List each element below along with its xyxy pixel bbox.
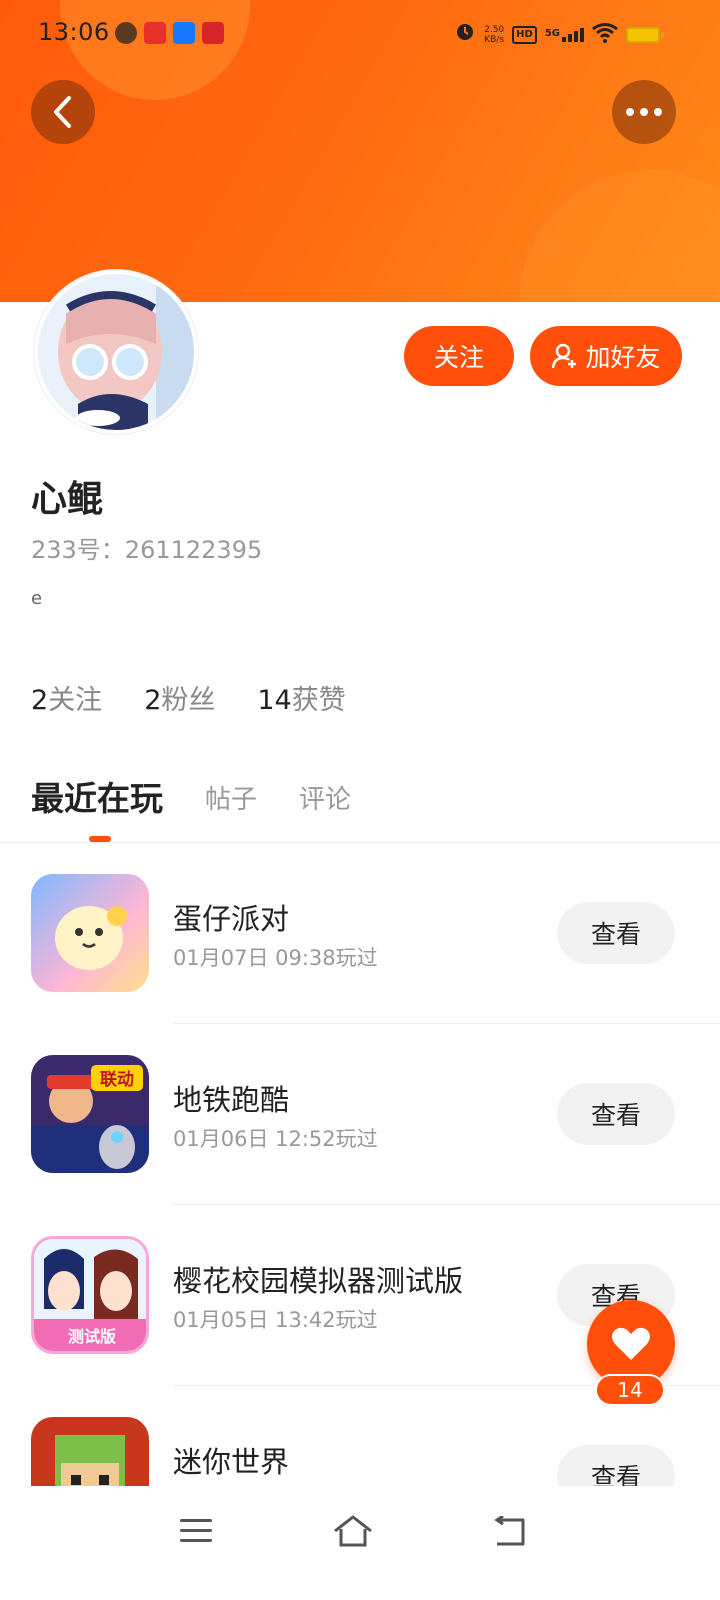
- game-name: 樱花校园模拟器测试版: [173, 1264, 464, 1298]
- back-button[interactable]: [31, 80, 95, 144]
- status-indicators: 2.50 KB/s HD 5G: [454, 20, 664, 49]
- game-icon: 联动: [31, 1055, 149, 1173]
- add-friend-label: 加好友: [585, 343, 661, 372]
- banner-decoration: [520, 170, 720, 302]
- stat-likes[interactable]: 14获赞: [257, 678, 345, 717]
- game-icon-badge: 联动: [100, 1070, 134, 1090]
- profile-id: 233号：261122395: [31, 536, 263, 564]
- avatar-image: [38, 274, 194, 430]
- profile-name: 心鲲: [31, 479, 104, 520]
- nav-back-button[interactable]: [480, 1506, 540, 1556]
- notification-app-icon: [144, 22, 166, 44]
- heart-icon: [612, 1327, 650, 1360]
- view-button[interactable]: 查看: [557, 1083, 675, 1145]
- divider: [173, 1023, 720, 1024]
- status-time: 13:06: [38, 18, 110, 46]
- like-count-badge: 14: [595, 1374, 665, 1406]
- wifi-icon: [592, 22, 618, 47]
- notification-app-icon: [202, 22, 224, 44]
- cellular-signal-icon: 5G: [545, 27, 584, 42]
- profile-stats: 2关注 2粉丝 14获赞: [31, 678, 346, 717]
- status-bar: 13:06 2.50 KB/s HD 5G: [0, 0, 720, 66]
- home-icon: [334, 1515, 372, 1547]
- tab-recently-played[interactable]: 最近在玩: [31, 772, 163, 820]
- game-name: 地铁跑酷: [173, 1083, 290, 1117]
- follow-button[interactable]: 关注: [404, 326, 514, 386]
- tab-comments[interactable]: 评论: [299, 779, 351, 816]
- back-icon: [494, 1516, 525, 1546]
- nav-home-button[interactable]: [323, 1506, 383, 1556]
- stat-fans[interactable]: 2粉丝: [144, 678, 215, 717]
- menu-icon: [180, 1519, 212, 1542]
- view-button[interactable]: 查看: [557, 902, 675, 964]
- more-button[interactable]: [612, 80, 676, 144]
- profile-tabs: 最近在玩 帖子 评论: [31, 772, 351, 820]
- nav-menu-button[interactable]: [166, 1506, 226, 1556]
- avatar[interactable]: [34, 270, 198, 434]
- system-nav-bar: [0, 1486, 720, 1600]
- hd-icon: HD: [512, 25, 537, 44]
- game-played-time: 01月07日 09:38玩过: [173, 946, 378, 970]
- list-item[interactable]: 蛋仔派对 01月07日 09:38玩过 查看: [0, 874, 720, 1055]
- divider: [0, 842, 720, 843]
- game-name: 蛋仔派对: [173, 902, 290, 936]
- alarm-icon: [454, 20, 476, 49]
- stat-following[interactable]: 2关注: [31, 678, 102, 717]
- battery-icon: [626, 26, 664, 43]
- game-played-time: 01月05日 13:42玩过: [173, 1308, 378, 1332]
- game-played-time: 01月06日 12:52玩过: [173, 1127, 378, 1151]
- divider: [173, 1204, 720, 1205]
- game-name: 迷你世界: [173, 1445, 290, 1479]
- network-speed: 2.50 KB/s: [484, 24, 505, 45]
- list-item[interactable]: 联动 地铁跑酷 01月06日 12:52玩过 查看: [0, 1055, 720, 1236]
- profile-bio: e: [31, 588, 43, 609]
- more-dots-icon: [626, 108, 662, 116]
- add-user-icon: [552, 343, 577, 369]
- notification-app-icon: [115, 22, 137, 44]
- add-friend-button[interactable]: 加好友: [530, 326, 682, 386]
- notification-app-icon: [173, 22, 195, 44]
- game-icon: 测试版: [31, 1236, 149, 1354]
- game-icon-badge: 测试版: [68, 1327, 116, 1346]
- tab-posts[interactable]: 帖子: [205, 779, 257, 816]
- chevron-left-icon: [54, 96, 71, 128]
- game-icon: [31, 874, 149, 992]
